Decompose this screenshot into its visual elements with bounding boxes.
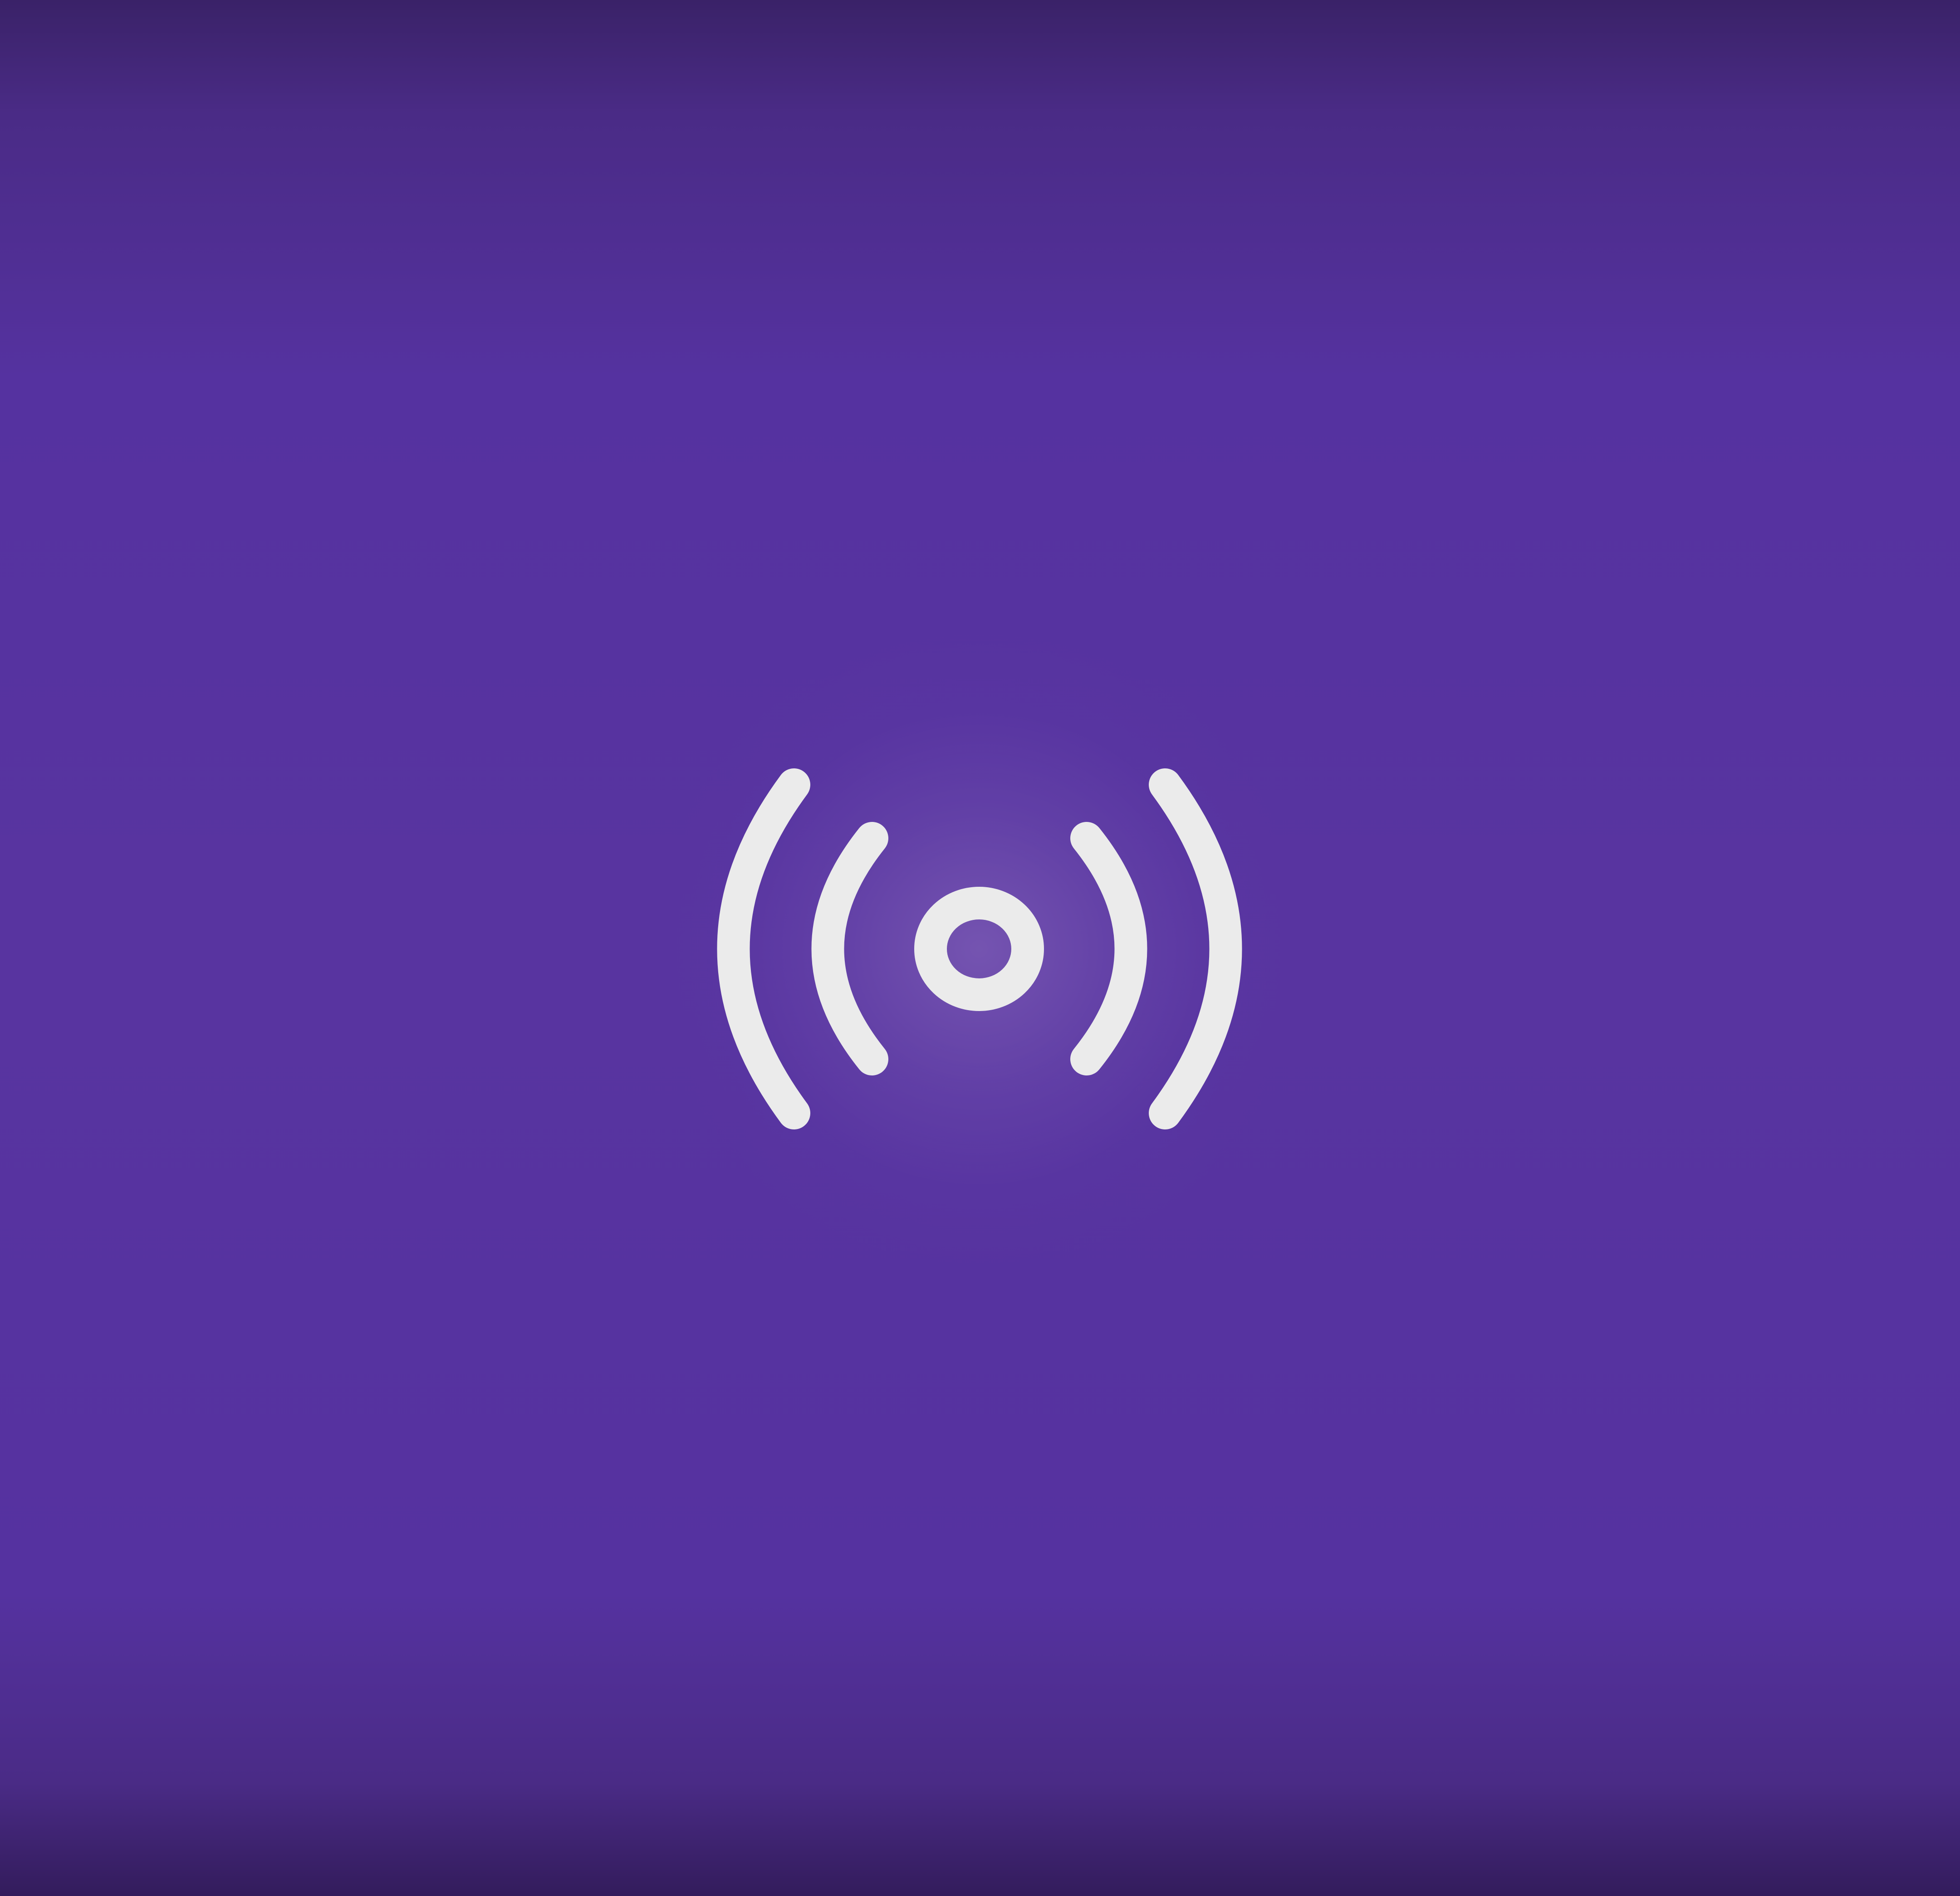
right-inner-wave	[1070, 822, 1147, 1075]
left-outer-wave	[717, 768, 810, 1129]
broadcast-icon	[717, 768, 1242, 1129]
left-inner-wave	[811, 822, 888, 1075]
center-ring	[914, 887, 1044, 1011]
right-outer-wave	[1149, 768, 1242, 1129]
broadcast-screen	[0, 0, 1960, 1896]
